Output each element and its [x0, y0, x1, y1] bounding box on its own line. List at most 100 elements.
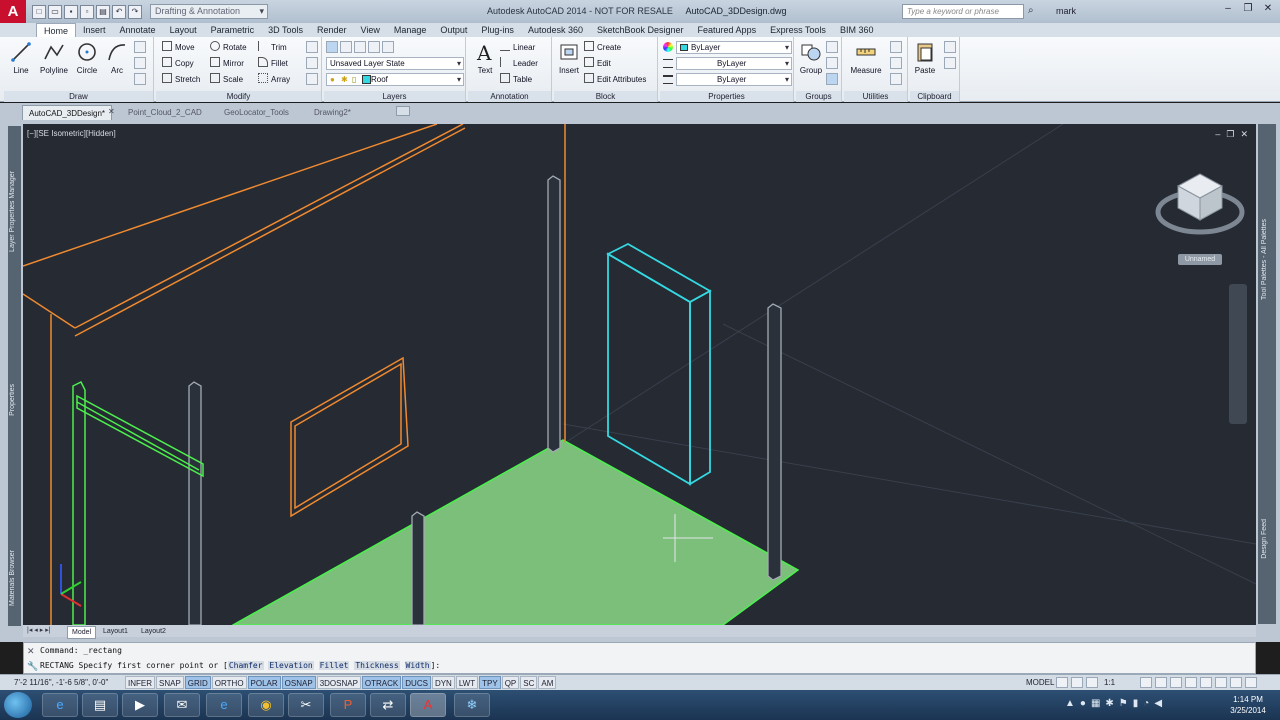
print-icon[interactable]: ▤	[96, 4, 110, 19]
ie-2-taskbar-icon[interactable]: e	[206, 693, 242, 717]
create-block-button[interactable]: Create	[584, 41, 621, 54]
move-button[interactable]: Move	[162, 41, 195, 54]
layer-properties-palette-tab[interactable]: Layer Properties Manager	[9, 171, 16, 252]
ucs-menu[interactable]: Unnamed	[1178, 254, 1222, 265]
clean-screen-icon[interactable]	[1245, 677, 1257, 688]
table-button[interactable]: Table	[500, 73, 532, 86]
status-menu-icon[interactable]	[1230, 677, 1242, 688]
fillet-button[interactable]: Fillet	[258, 57, 288, 70]
explorer-taskbar-icon[interactable]: ▤	[82, 693, 118, 717]
layer-state-dropdown[interactable]: Unsaved Layer State	[326, 57, 464, 70]
rectangle-icon[interactable]	[134, 41, 146, 53]
option-width[interactable]: Width	[404, 661, 431, 670]
toggle-3dosnap[interactable]: 3DOSNAP	[316, 676, 361, 689]
ribbon-tab-layout[interactable]: Layout	[163, 23, 204, 37]
id-point-icon[interactable]	[890, 57, 902, 69]
ribbon-tab-annotate[interactable]: Annotate	[113, 23, 163, 37]
snipping-taskbar-icon[interactable]: ✂	[288, 693, 324, 717]
search-icon[interactable]: ⌕	[1028, 5, 1040, 17]
ribbon-tab-manage[interactable]: Manage	[387, 23, 434, 37]
close-tab-icon[interactable]: ✕	[108, 107, 115, 116]
outlook-taskbar-icon[interactable]: ✉	[164, 693, 200, 717]
snowflake-taskbar-icon[interactable]: ❄	[454, 693, 490, 717]
draw-panel-label[interactable]: Draw	[4, 91, 153, 102]
remote-desktop-taskbar-icon[interactable]: ⇄	[370, 693, 406, 717]
copy-clip-icon[interactable]	[944, 57, 956, 69]
explode-icon[interactable]	[306, 57, 318, 69]
gradient-icon[interactable]	[134, 73, 146, 85]
ribbon-tab-render[interactable]: Render	[310, 23, 354, 37]
layer-properties-icon[interactable]	[326, 41, 338, 53]
new-icon[interactable]: □	[32, 4, 46, 19]
viewport-restore-icon[interactable]: ❐	[1226, 129, 1234, 140]
offset-icon[interactable]	[306, 73, 318, 85]
chrome-taskbar-icon[interactable]: ◉	[248, 693, 284, 717]
array-button[interactable]: Array	[258, 73, 290, 86]
toggle-snap[interactable]: SNAP	[156, 676, 184, 689]
save-as-icon[interactable]: ▫	[80, 4, 94, 19]
layer-isolate-icon[interactable]	[354, 41, 366, 53]
lock-ui-icon[interactable]	[1185, 677, 1197, 688]
toggle-am[interactable]: AM	[538, 676, 557, 689]
file-tab-drawing2[interactable]: Drawing2*	[308, 105, 357, 120]
command-line[interactable]: ✕ 🔧 Command: _rectang RECTANG Specify fi…	[23, 642, 1256, 674]
block-panel-label[interactable]: Block	[554, 91, 657, 102]
auto-scale-icon[interactable]	[1155, 677, 1167, 688]
copy-button[interactable]: Copy	[162, 57, 194, 70]
tray-flag-icon[interactable]: ⚑	[1119, 698, 1128, 709]
layout-tab-layout2[interactable]: Layout2	[137, 626, 170, 637]
ribbon-tab-autodesk-360[interactable]: Autodesk 360	[521, 23, 590, 37]
tray-expand-icon[interactable]: ▲	[1065, 698, 1075, 709]
ribbon-tab-view[interactable]: View	[354, 23, 387, 37]
ribbon-tab-sketchbook[interactable]: SketchBook Designer	[590, 23, 691, 37]
modify-panel-label[interactable]: Modify	[156, 91, 321, 102]
polyline-button[interactable]: Polyline	[36, 41, 72, 75]
new-tab-icon[interactable]	[396, 106, 410, 116]
paste-button[interactable]: Paste	[910, 41, 940, 75]
mirror-button[interactable]: Mirror	[210, 57, 244, 70]
toggle-grid[interactable]: GRID	[184, 676, 211, 689]
rotate-button[interactable]: Rotate	[210, 41, 247, 54]
viewport-close-icon[interactable]: ✕	[1240, 129, 1248, 140]
media-player-taskbar-icon[interactable]: ▶	[122, 693, 158, 717]
leader-button[interactable]: Leader	[500, 57, 538, 70]
quick-view-layouts-icon[interactable]	[1056, 677, 1068, 688]
file-tab-geolocator[interactable]: GeoLocator_Tools	[218, 105, 295, 120]
insert-button[interactable]: Insert	[554, 41, 584, 75]
clipboard-panel-label[interactable]: Clipboard	[910, 91, 959, 102]
isolate-objects-icon[interactable]	[1215, 677, 1227, 688]
toggle-ducs[interactable]: DUCS	[402, 676, 431, 689]
option-elevation[interactable]: Elevation	[268, 661, 314, 670]
cut-icon[interactable]	[944, 41, 956, 53]
utilities-panel-label[interactable]: Utilities	[844, 91, 907, 102]
ribbon-tab-plug-ins[interactable]: Plug-ins	[474, 23, 521, 37]
layer-freeze-icon[interactable]	[368, 41, 380, 53]
tool-palettes-tab[interactable]: Tool Palettes - All Palettes	[1261, 219, 1268, 300]
ribbon-tab-express-tools[interactable]: Express Tools	[763, 23, 833, 37]
toggle-sc[interactable]: SC	[520, 676, 538, 689]
undo-icon[interactable]: ↶	[112, 4, 126, 19]
layer-off-icon[interactable]	[340, 41, 352, 53]
annotation-scale[interactable]: 1:1	[1104, 678, 1115, 687]
hardware-acceleration-icon[interactable]	[1200, 677, 1212, 688]
ungroup-icon[interactable]	[826, 41, 838, 53]
edit-block-button[interactable]: Edit	[584, 57, 611, 70]
color-dropdown[interactable]: ByLayer	[676, 41, 792, 54]
ie-taskbar-icon[interactable]: e	[42, 693, 78, 717]
toggle-qp[interactable]: QP	[501, 676, 520, 689]
taskbar-clock[interactable]: 1:14 PM 3/25/2014	[1222, 694, 1274, 716]
tray-wifi-icon[interactable]: ◔	[1143, 698, 1149, 709]
layout-tab-model[interactable]: Model	[67, 626, 97, 639]
restore-icon[interactable]: ❐	[1240, 2, 1256, 16]
groups-panel-label[interactable]: Groups	[796, 91, 841, 102]
toggle-osnap[interactable]: OSNAP	[281, 676, 316, 689]
text-button[interactable]: A Text	[470, 41, 500, 75]
layers-panel-label[interactable]: Layers	[324, 91, 465, 102]
line-button[interactable]: Line	[6, 41, 36, 75]
model-space-button[interactable]: MODEL	[1026, 678, 1054, 687]
option-fillet[interactable]: Fillet	[318, 661, 350, 670]
erase-icon[interactable]	[306, 41, 318, 53]
file-tab-autocad-3ddesign[interactable]: AutoCAD_3DDesign*	[22, 105, 113, 120]
viewcube[interactable]	[1155, 173, 1245, 235]
properties-panel-label[interactable]: Properties	[660, 91, 793, 102]
